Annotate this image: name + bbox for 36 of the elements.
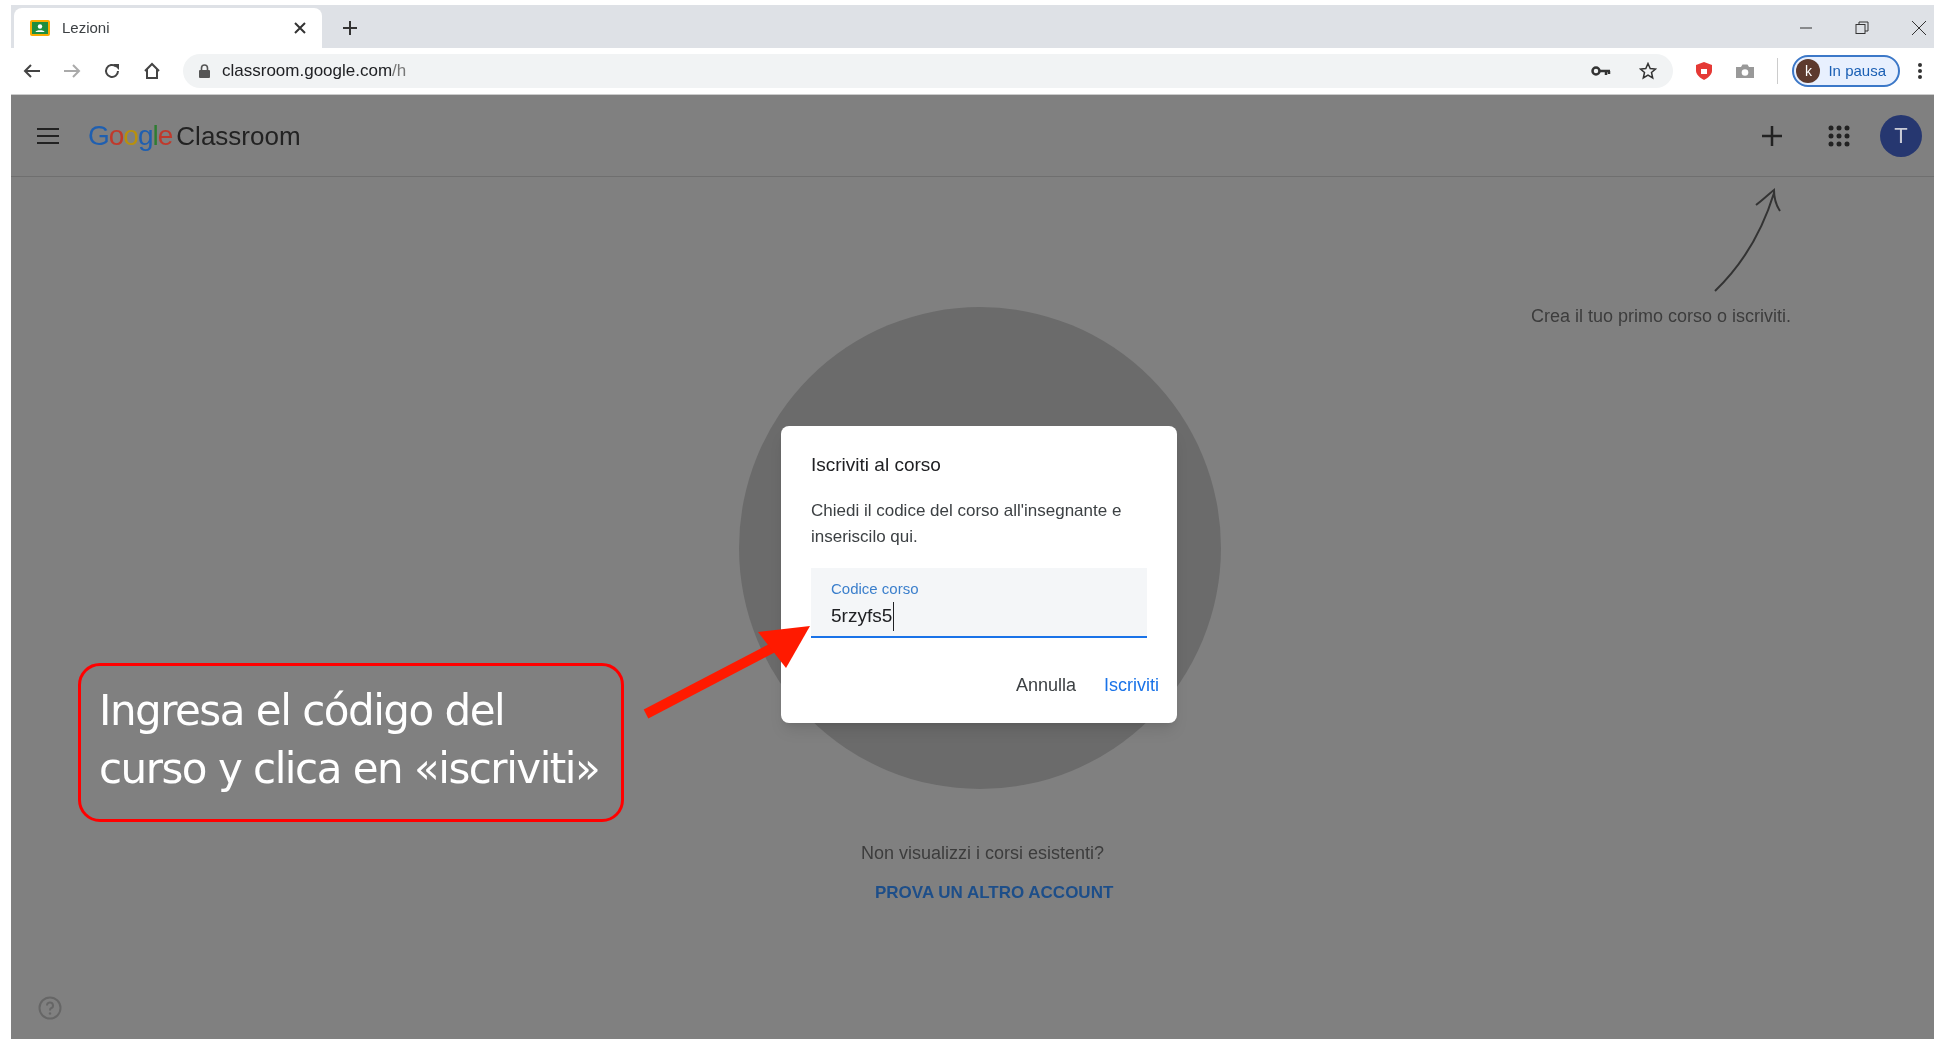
- shield-icon[interactable]: [1695, 61, 1714, 81]
- field-label: Codice corso: [831, 578, 920, 599]
- menu-icon[interactable]: [37, 127, 59, 144]
- annotation-callout: Ingresa el código del curso y clica en «iscriviti»: [78, 663, 624, 822]
- address-bar[interactable]: classroom.google.com/h: [183, 54, 1674, 88]
- home-icon[interactable]: [143, 62, 161, 80]
- restore-icon[interactable]: [1855, 21, 1869, 35]
- dialog-description: Chiedi il codice del corso all'insegnante e inseriscilo qui.: [811, 499, 1123, 548]
- browser-tab[interactable]: Lezioni: [14, 8, 322, 48]
- url-host: classroom.google.com: [222, 61, 393, 81]
- field-value: 5rzyfs5: [831, 602, 895, 631]
- classroom-icon: [30, 20, 50, 36]
- menu-dots-icon[interactable]: [1918, 63, 1922, 79]
- reload-icon[interactable]: [103, 62, 121, 80]
- profile-status: In pausa: [1828, 60, 1886, 81]
- profile-avatar: k: [1796, 59, 1821, 83]
- tab-title: Lezioni: [62, 17, 111, 38]
- camera-icon[interactable]: [1735, 63, 1756, 79]
- close-icon[interactable]: [294, 22, 306, 34]
- logo-product: Classroom: [176, 119, 301, 153]
- dialog-title: Iscriviti al corso: [811, 453, 942, 477]
- apps-grid-icon[interactable]: [1828, 124, 1850, 147]
- account-avatar[interactable]: T: [1880, 114, 1922, 157]
- url-path: /h: [392, 61, 407, 81]
- add-icon[interactable]: [1761, 124, 1783, 147]
- join-button[interactable]: Iscriviti: [1096, 665, 1167, 705]
- star-icon[interactable]: [1639, 62, 1658, 80]
- new-tab-icon[interactable]: [342, 20, 358, 36]
- cancel-button[interactable]: Annulla: [1007, 665, 1084, 705]
- close-window-icon[interactable]: [1911, 20, 1927, 36]
- lock-icon: [199, 64, 210, 78]
- profile-button[interactable]: k In pausa: [1792, 55, 1900, 87]
- back-icon[interactable]: [23, 63, 41, 79]
- key-icon[interactable]: [1591, 66, 1612, 76]
- logo-brand: Google: [88, 118, 173, 153]
- course-code-field[interactable]: Codice corso 5rzyfs5: [811, 567, 1147, 638]
